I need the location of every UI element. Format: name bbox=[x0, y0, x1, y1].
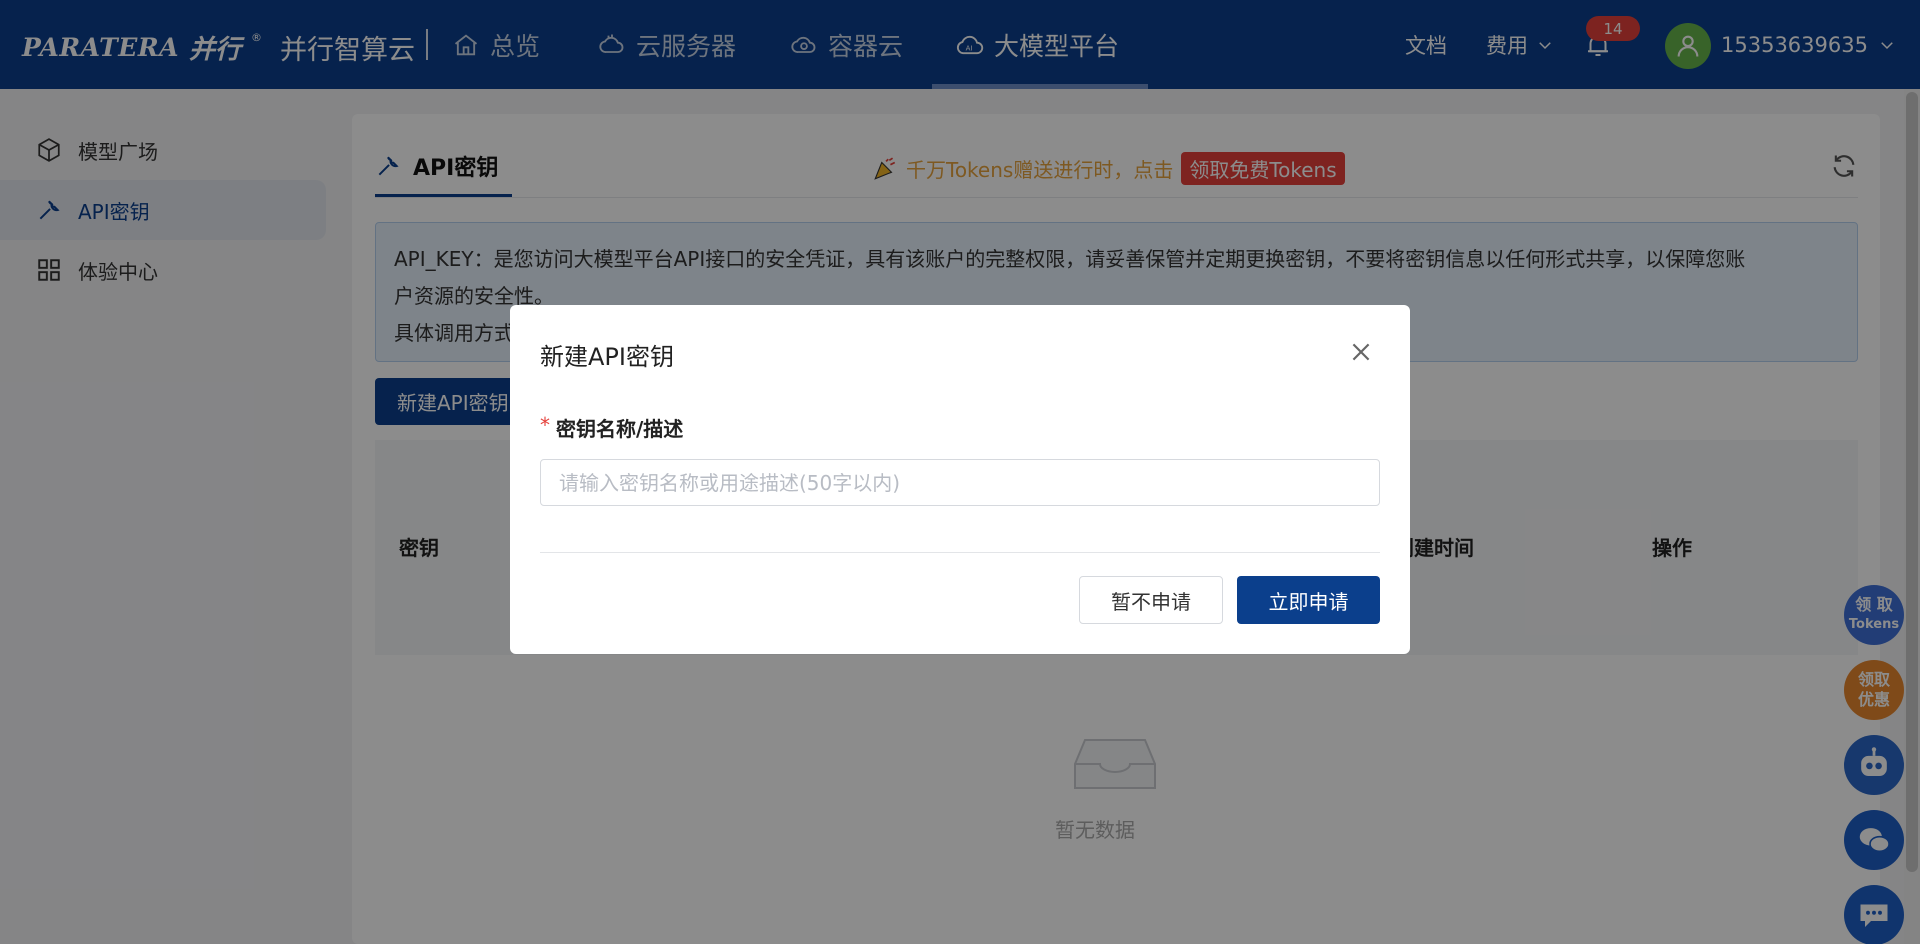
dialog-divider bbox=[540, 552, 1380, 553]
close-icon[interactable] bbox=[1348, 339, 1374, 365]
create-api-key-dialog: 新建API密钥 * 密钥名称/描述 暂不申请 立即申请 bbox=[510, 305, 1410, 654]
required-mark: * bbox=[540, 413, 550, 437]
key-name-label-text: 密钥名称/描述 bbox=[556, 417, 684, 441]
key-name-input[interactable] bbox=[540, 459, 1380, 506]
cancel-button[interactable]: 暂不申请 bbox=[1079, 576, 1223, 624]
submit-button[interactable]: 立即申请 bbox=[1237, 576, 1380, 624]
dialog-title: 新建API密钥 bbox=[540, 343, 674, 371]
key-name-label: * 密钥名称/描述 bbox=[540, 413, 683, 442]
